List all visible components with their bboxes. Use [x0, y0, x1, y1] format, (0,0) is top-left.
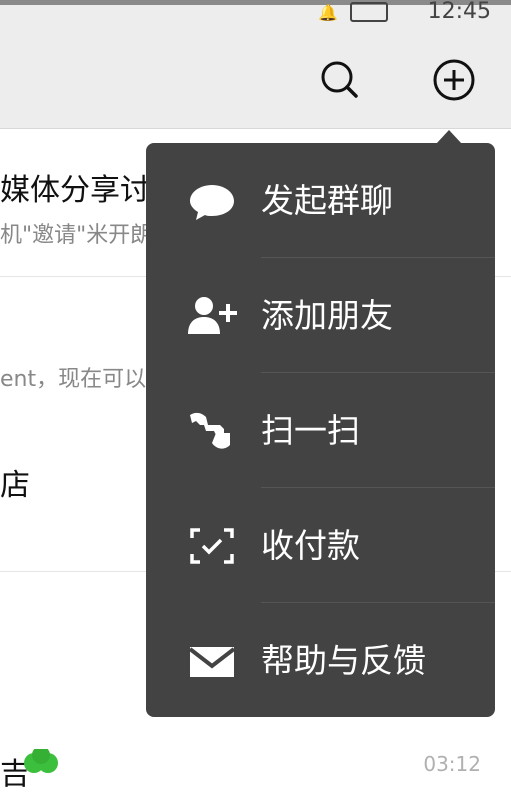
menu-item-label: 发起群聊: [261, 181, 393, 220]
menu-item-scan[interactable]: 扫一扫: [146, 373, 495, 488]
search-icon[interactable]: [318, 58, 362, 102]
clover-icon: [24, 749, 58, 773]
chat-subtitle: ent，现在可以: [0, 367, 147, 392]
menu-item-label: 扫一扫: [261, 411, 360, 450]
bell-icon: 🔔: [318, 3, 338, 22]
scan-icon: [190, 412, 230, 449]
app-header: [0, 25, 511, 129]
plus-circle-icon[interactable]: [432, 58, 476, 102]
menu-item-label: 收付款: [261, 526, 360, 565]
menu-item-group-chat[interactable]: 发起群聊: [146, 143, 495, 258]
chat-title: 店: [0, 468, 30, 503]
status-bar: 🔔 12:45: [0, 0, 511, 25]
chat-row[interactable]: 吉 03:12: [0, 719, 511, 792]
status-time: 12:45: [427, 0, 491, 24]
menu-item-add-friend[interactable]: 添加朋友: [146, 258, 495, 373]
add-friend-icon: [188, 297, 237, 334]
payment-scan-icon: [190, 528, 234, 564]
menu-arrow: [436, 130, 462, 144]
chat-time: 03:12: [423, 752, 481, 776]
chat-bubble-icon: [190, 185, 234, 220]
add-menu-popover: 发起群聊 添加朋友 扫一扫 收付款 帮助与反馈: [146, 143, 495, 717]
battery-icon: [350, 2, 388, 22]
envelope-icon: [188, 647, 236, 677]
menu-item-label: 添加朋友: [261, 296, 393, 335]
menu-item-help-feedback[interactable]: 帮助与反馈: [146, 603, 495, 717]
chat-title: 媒体分享讨: [0, 173, 150, 208]
menu-item-payment[interactable]: 收付款: [146, 488, 495, 603]
menu-item-label: 帮助与反馈: [261, 641, 426, 680]
chat-subtitle: 机"邀请"米开朗: [0, 223, 153, 248]
